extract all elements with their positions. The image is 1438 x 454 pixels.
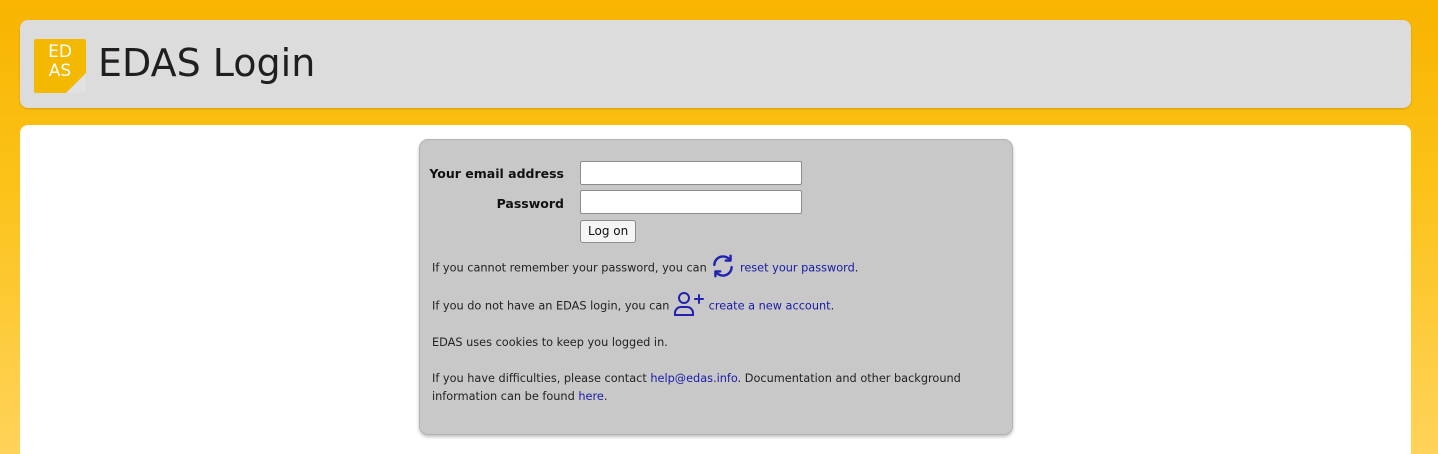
contact-prefix-text: If you have difficulties, please contact [432,372,647,385]
contact-line2-prefix-text: information can be found [432,390,575,403]
refresh-icon[interactable] [710,253,736,284]
help-email-link[interactable]: help@edas.info [650,372,737,385]
create-account-link[interactable]: create a new account [709,300,831,313]
password-field[interactable] [580,190,802,214]
reset-password-line: If you cannot remember your password, yo… [432,253,858,284]
logo-fold-corner [66,73,86,93]
contact-suffix-text: . [603,390,608,403]
documentation-here-link[interactable]: here [578,390,603,403]
account-prefix-text: If you do not have an EDAS login, you ca… [432,299,670,313]
account-suffix-text: . [830,299,835,313]
reset-suffix-text: . [854,261,859,275]
password-label: Password [496,196,564,211]
contact-line-2: information can be found here. [432,388,607,405]
log-on-button[interactable]: Log on [580,220,637,243]
edas-logo: ED AS [34,39,86,93]
email-label: Your email address [429,166,564,181]
create-account-line: If you do not have an EDAS login, you ca… [432,291,834,322]
contact-line-1: If you have difficulties, please contact… [432,370,961,387]
login-panel: Your email address Password Log on If yo… [419,139,1013,435]
header-bar: ED AS EDAS Login [20,20,1411,108]
contact-middle-text: . Documentation and other background [737,372,961,385]
cookies-notice: EDAS uses cookies to keep you logged in. [432,336,668,349]
add-user-icon[interactable] [673,291,705,322]
email-field[interactable] [580,161,802,185]
content-area: Your email address Password Log on If yo… [20,125,1411,454]
reset-prefix-text: If you cannot remember your password, yo… [432,261,707,275]
page-title: EDAS Login [98,41,316,85]
reset-password-link[interactable]: reset your password [740,262,855,275]
